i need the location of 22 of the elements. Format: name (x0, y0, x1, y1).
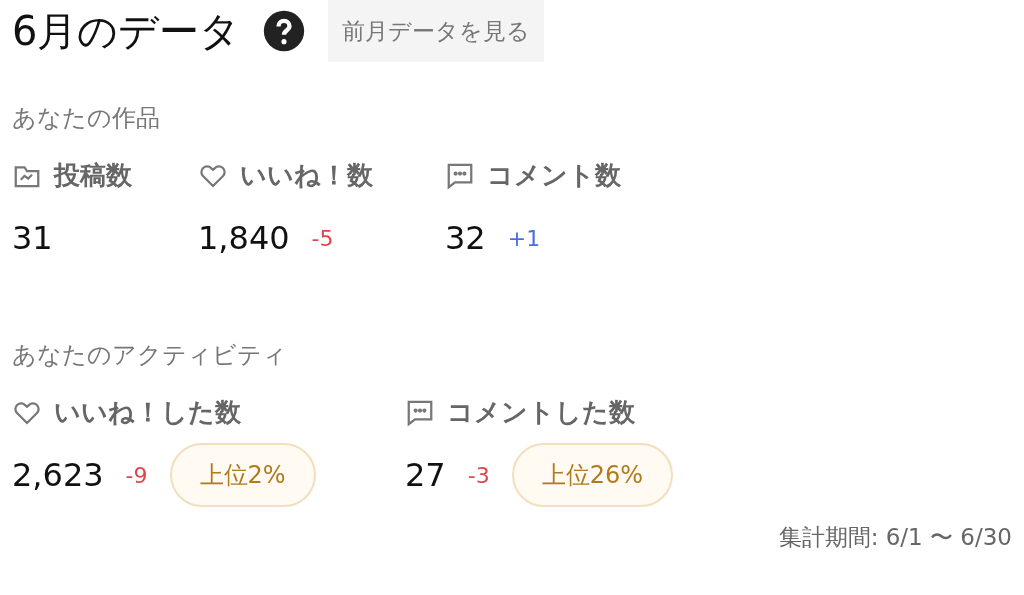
stat-value: 27 (405, 456, 446, 494)
stat-change: -5 (311, 225, 334, 251)
period-text: 集計期間: 6/1 〜 6/30 (778, 524, 1012, 550)
stat-label: いいね！数 (240, 159, 373, 192)
page-title: 6月のデータ (12, 6, 241, 56)
stat-change: +1 (507, 225, 541, 251)
stat-label: コメントした数 (447, 396, 635, 429)
help-icon[interactable] (262, 9, 307, 53)
stat-change: -9 (125, 462, 148, 488)
section-label: あなたのアクティビティ (12, 340, 288, 371)
stat-value: 1,840 (198, 219, 290, 257)
stat-value: 32 (445, 219, 486, 257)
stat-label: 投稿数 (54, 159, 132, 192)
stat-value: 2,623 (12, 456, 104, 494)
stat-label: いいね！した数 (54, 396, 241, 429)
stat-value: 31 (12, 219, 53, 257)
rank-badge: 上位2% (169, 443, 316, 507)
rank-badge: 上位26% (511, 443, 673, 507)
section-label: あなたの作品 (12, 103, 161, 134)
stat-label: コメント数 (487, 159, 621, 192)
stat-change: -3 (467, 462, 490, 488)
previous-month-button[interactable]: 前月データを見る (328, 0, 545, 62)
